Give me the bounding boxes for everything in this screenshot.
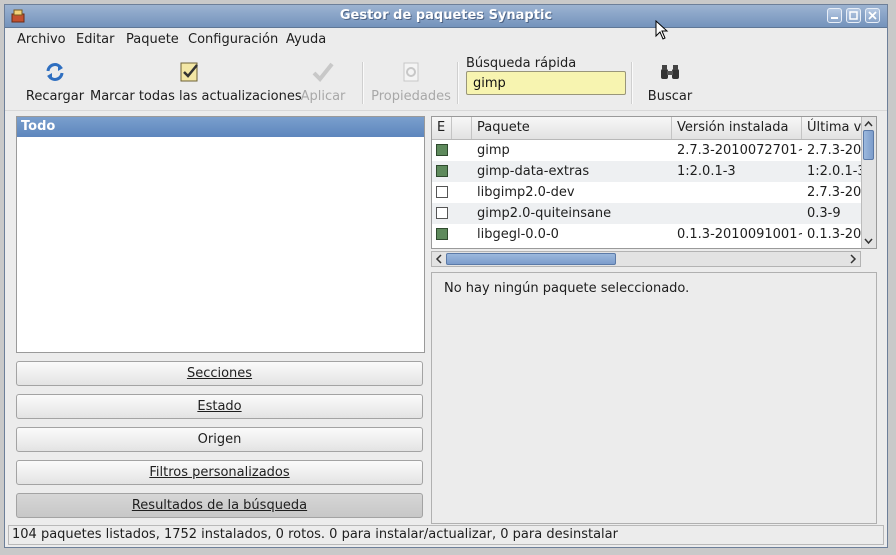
category-list[interactable]: Todo bbox=[16, 116, 425, 353]
column-status[interactable]: E bbox=[432, 117, 452, 139]
menu-archivo[interactable]: Archivo bbox=[17, 32, 66, 47]
installed-version: 0.1.3-2010091001~ bbox=[677, 227, 802, 242]
toolbar: Recargar Marcar todas las actualizacione… bbox=[5, 52, 887, 111]
details-message: No hay ningún paquete seleccionado. bbox=[444, 281, 690, 296]
search-results-button[interactable]: Resultados de la búsqueda bbox=[16, 493, 423, 518]
close-icon bbox=[868, 11, 877, 20]
menu-editar[interactable]: Editar bbox=[76, 32, 115, 47]
minimize-icon bbox=[831, 17, 838, 19]
window-title: Gestor de paquetes Synaptic bbox=[339, 8, 553, 23]
installed-version bbox=[677, 182, 802, 203]
maximize-icon bbox=[849, 11, 858, 20]
status-bar: 104 paquetes listados, 1752 instalados, … bbox=[8, 525, 884, 545]
quick-search-label: Búsqueda rápida bbox=[466, 56, 577, 71]
sections-button[interactable]: Secciones bbox=[16, 361, 423, 386]
mark-upgrades-icon bbox=[180, 62, 198, 82]
package-name: gimp-data-extras bbox=[477, 164, 590, 179]
reload-label: Recargar bbox=[25, 89, 85, 104]
status-checkbox[interactable] bbox=[436, 207, 448, 219]
category-item-todo[interactable]: Todo bbox=[17, 117, 424, 137]
properties-label: Propiedades bbox=[371, 89, 451, 104]
scroll-down-icon[interactable] bbox=[862, 235, 875, 247]
table-vertical-scrollbar[interactable] bbox=[861, 117, 876, 248]
table-row[interactable]: gimp-data-extras 1:2.0.1-3 1:2.0.1-3 bbox=[432, 161, 862, 182]
search-label: Buscar bbox=[647, 89, 693, 104]
package-name: gimp bbox=[477, 143, 510, 158]
table-horizontal-scrollbar[interactable] bbox=[431, 251, 861, 267]
horizontal-scroll-thumb[interactable] bbox=[446, 253, 616, 265]
scroll-left-icon[interactable] bbox=[433, 252, 445, 266]
table-header: E Paquete Versión instalada Última ve bbox=[432, 117, 862, 140]
apply-label: Aplicar bbox=[300, 89, 346, 104]
vertical-scroll-thumb[interactable] bbox=[863, 130, 874, 160]
toolbar-separator bbox=[631, 62, 633, 104]
table-row[interactable]: gimp2.0-quiteinsane 0.3-9 bbox=[432, 203, 862, 224]
status-checkbox[interactable] bbox=[436, 228, 448, 240]
package-name: libgimp2.0-dev bbox=[477, 185, 575, 200]
origin-button[interactable]: Origen bbox=[16, 427, 423, 452]
column-latest-version[interactable]: Última ve bbox=[802, 117, 862, 139]
installed-version: 2.7.3-2010072701~ bbox=[677, 143, 802, 158]
minimize-button[interactable] bbox=[827, 8, 842, 23]
package-name: gimp2.0-quiteinsane bbox=[477, 206, 612, 221]
column-package[interactable]: Paquete bbox=[472, 117, 672, 139]
table-row[interactable]: gimp 2.7.3-2010072701~ 2.7.3-20 bbox=[432, 140, 862, 161]
status-checkbox[interactable] bbox=[436, 186, 448, 198]
title-bar[interactable]: Gestor de paquetes Synaptic bbox=[5, 5, 887, 28]
latest-version: 1:2.0.1-3 bbox=[807, 164, 862, 179]
origin-label: Origen bbox=[197, 432, 242, 447]
package-table[interactable]: E Paquete Versión instalada Última ve gi… bbox=[431, 116, 877, 249]
reload-button[interactable]: Recargar bbox=[25, 52, 85, 110]
main-window: Gestor de paquetes Synaptic Archivo Edit… bbox=[4, 4, 888, 548]
mouse-pointer-icon bbox=[655, 20, 669, 40]
properties-icon bbox=[403, 62, 419, 82]
menu-configuracion[interactable]: Configuración bbox=[188, 32, 278, 47]
mark-all-upgrades-button[interactable]: Marcar todas las actualizaciones bbox=[90, 52, 302, 110]
properties-button[interactable]: Propiedades bbox=[371, 52, 451, 110]
apply-icon bbox=[312, 62, 334, 82]
menu-ayuda[interactable]: Ayuda bbox=[286, 32, 326, 47]
package-name: libgegl-0.0-0 bbox=[477, 227, 559, 242]
search-button[interactable]: Buscar bbox=[645, 52, 695, 110]
status-checkbox[interactable] bbox=[436, 144, 448, 156]
column-installed-version[interactable]: Versión instalada bbox=[672, 117, 802, 139]
menu-bar: Archivo Editar Paquete Configuración Ayu… bbox=[5, 28, 887, 52]
toolbar-separator bbox=[457, 62, 459, 104]
sections-label: Secciones bbox=[186, 366, 253, 381]
latest-version: 2.7.3-20 bbox=[807, 143, 862, 158]
menu-paquete[interactable]: Paquete bbox=[126, 32, 179, 47]
custom-filters-label: Filtros personalizados bbox=[149, 465, 290, 480]
status-button[interactable]: Estado bbox=[16, 394, 423, 419]
binoculars-icon bbox=[661, 65, 679, 79]
scroll-right-icon[interactable] bbox=[847, 252, 859, 266]
latest-version: 0.3-9 bbox=[807, 206, 841, 221]
maximize-button[interactable] bbox=[846, 8, 861, 23]
search-results-label: Resultados de la búsqueda bbox=[131, 498, 308, 513]
table-row[interactable]: libgimp2.0-dev 2.7.3-20 bbox=[432, 182, 862, 203]
table-row[interactable]: libgegl-0.0-0 0.1.3-2010091001~ 0.1.3-20 bbox=[432, 224, 862, 245]
close-button[interactable] bbox=[865, 8, 880, 23]
reload-icon bbox=[46, 63, 64, 81]
custom-filters-button[interactable]: Filtros personalizados bbox=[16, 460, 423, 485]
quick-search-input[interactable] bbox=[466, 71, 626, 95]
apply-button[interactable]: Aplicar bbox=[298, 52, 348, 110]
installed-version: 1:2.0.1-3 bbox=[677, 164, 736, 179]
mark-all-label: Marcar todas las actualizaciones bbox=[90, 89, 302, 104]
latest-version: 2.7.3-20 bbox=[807, 185, 862, 200]
package-details-pane: No hay ningún paquete seleccionado. bbox=[431, 272, 877, 524]
column-support[interactable] bbox=[452, 117, 472, 139]
status-checkbox[interactable] bbox=[436, 165, 448, 177]
status-label: Estado bbox=[197, 399, 242, 414]
scroll-up-icon[interactable] bbox=[862, 118, 875, 130]
toolbar-separator bbox=[362, 62, 364, 104]
installed-version bbox=[677, 203, 802, 224]
latest-version: 0.1.3-20 bbox=[807, 227, 862, 242]
